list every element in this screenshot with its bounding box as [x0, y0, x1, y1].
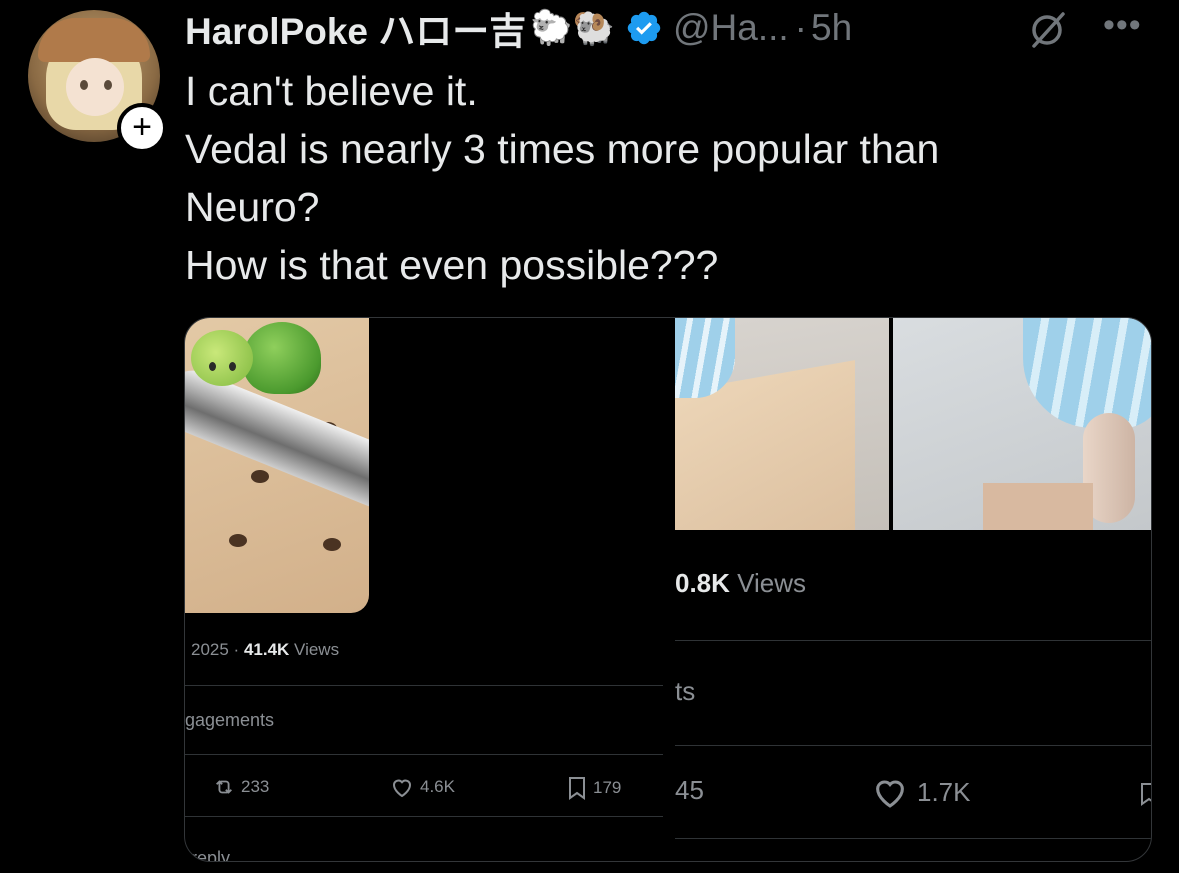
avatar-hat: [38, 18, 150, 62]
screenshot-left[interactable]: 2025 · 41.4K Views gagements 233 4.6K 17…: [185, 318, 665, 862]
tweet-line: Neuro?: [185, 184, 320, 230]
divider: [185, 685, 663, 686]
divider: [675, 640, 1151, 641]
right-retweet-count: 45: [675, 775, 704, 805]
figure-photo: [893, 318, 1151, 530]
right-engagements: ts: [675, 676, 696, 706]
turtle-eye: [209, 362, 216, 371]
more-icon[interactable]: •••: [1103, 6, 1142, 45]
retweet-icon: [216, 780, 232, 794]
bookmark-icon: [569, 777, 585, 800]
divider: [185, 754, 663, 755]
board-hole: [251, 470, 269, 483]
right-like-action: 1.7K: [871, 775, 971, 809]
avatar-eye: [80, 80, 88, 90]
left-like-count: 4.6K: [420, 777, 455, 796]
display-name[interactable]: HarolPoke ハロー吉: [185, 1, 526, 55]
left-bookmark-count: 179: [593, 778, 622, 797]
follow-plus-icon[interactable]: +: [117, 103, 167, 153]
turtle-photo: [185, 318, 369, 613]
left-meta: 2025 · 41.4K Views: [191, 640, 339, 660]
right-meta: 0.8K Views: [675, 568, 806, 599]
heart-icon: [392, 779, 412, 798]
tweet-header: HarolPoke ハロー吉 🐑🐏 @Ha... · 5h: [185, 6, 852, 52]
tweet-text: I can't believe it. Vedal is nearly 3 ti…: [185, 62, 1135, 294]
avatar-face: [66, 58, 124, 116]
left-date: 2025 ·: [191, 640, 244, 659]
heart-icon: [876, 780, 904, 808]
avatar-eye: [104, 80, 112, 90]
left-views-label: Views: [289, 640, 340, 659]
left-retweet-action: 233: [213, 776, 269, 798]
separator-dot: ·: [794, 7, 807, 48]
figure-skirt: [1023, 318, 1151, 428]
name-emoji: 🐑🐏: [530, 9, 615, 47]
bookmark-icon: [1141, 783, 1151, 806]
right-views-label: Views: [729, 568, 807, 598]
turtle-head: [191, 330, 253, 386]
pegboard-photo: [675, 318, 889, 530]
timestamp[interactable]: 5h: [811, 7, 852, 49]
divider: [675, 745, 1151, 746]
turtle-shell: [243, 322, 321, 394]
right-retweet-action: 45: [675, 775, 704, 806]
figure-base: [983, 483, 1093, 530]
left-engagements: gagements: [185, 710, 275, 730]
divider: [185, 816, 663, 817]
left-like-action: 4.6K: [390, 776, 455, 798]
screenshot-right[interactable]: 0.8K Views ts 45 1.7K: [675, 318, 1151, 861]
board-hole: [323, 538, 341, 551]
right-like-count: 1.7K: [917, 776, 971, 807]
right-bookmark-action: [1139, 775, 1151, 813]
right-views-count: 0.8K: [675, 568, 730, 598]
tweet-line: I can't believe it.: [185, 68, 478, 114]
board-hole: [229, 534, 247, 547]
grok-icon[interactable]: [1025, 8, 1069, 52]
left-retweet-count: 233: [241, 777, 270, 796]
left-bookmark-action: 179: [567, 776, 621, 800]
left-reply-cut: reply: [191, 848, 231, 862]
tweet-line: How is that even possible???: [185, 242, 719, 288]
turtle-eye: [229, 362, 236, 371]
handle[interactable]: @Ha...: [673, 7, 789, 49]
verified-badge-icon: [627, 11, 661, 45]
tweet-media[interactable]: 2025 · 41.4K Views gagements 233 4.6K 17…: [184, 317, 1152, 862]
divider: [675, 838, 1151, 839]
tweet-line: Vedal is nearly 3 times more popular tha…: [185, 126, 940, 172]
left-views-count: 41.4K: [243, 640, 290, 659]
